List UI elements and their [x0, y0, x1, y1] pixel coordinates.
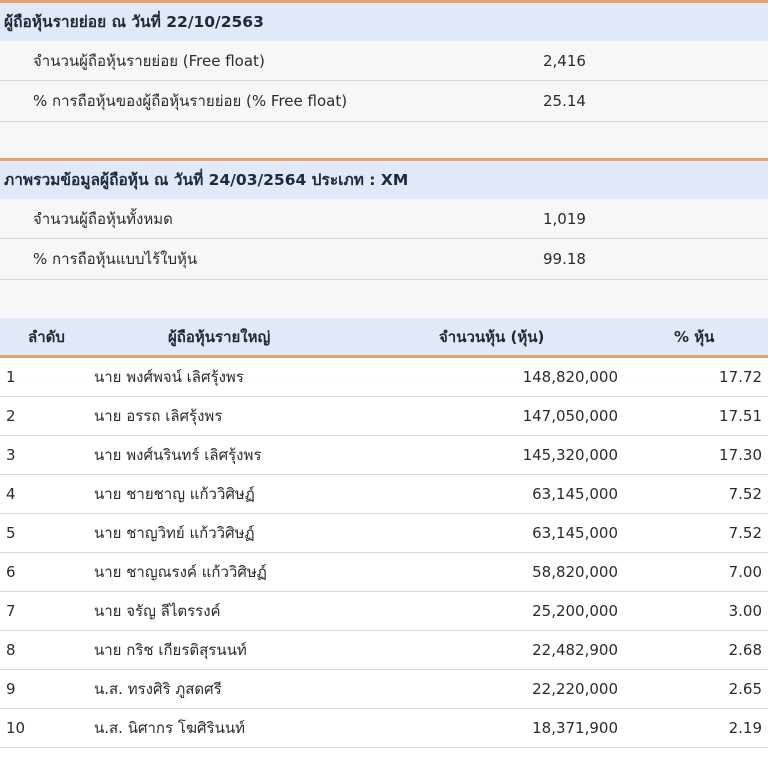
shares-cell: 22,220,000 [532, 680, 618, 698]
shares-cell: 63,145,000 [532, 485, 618, 503]
free-float-section: ผู้ถือหุ้นรายย่อย ณ วันที่ 22/10/2563 จำ… [0, 0, 768, 159]
table-row: 5 นาย ชาญวิทย์ แก้ววิศิษฏ์ 63,145,000 7.52 [0, 514, 768, 553]
header-name: ผู้ถือหุ้นรายใหญ่ [168, 328, 271, 346]
name-cell: นาย กริช เกียรติสุรนนท์ [94, 641, 247, 659]
table-row: 2 นาย อรรถ เลิศรุ้งพร 147,050,000 17.51 [0, 397, 768, 436]
free-float-count-label: จำนวนผู้ถือหุ้นรายย่อย (Free float) [33, 52, 265, 70]
pct-cell: 17.51 [719, 407, 762, 425]
pct-cell: 7.52 [728, 524, 762, 542]
rank-cell: 8 [6, 641, 16, 659]
pct-cell: 17.72 [719, 368, 762, 386]
section-spacer [0, 279, 768, 318]
scripless-pct-label: % การถือหุ้นแบบไร้ใบหุ้น [33, 250, 198, 268]
table-row: 8 นาย กริช เกียรติสุรนนท์ 22,482,900 2.68 [0, 631, 768, 670]
name-cell: นาย อรรถ เลิศรุ้งพร [94, 407, 223, 425]
shares-cell: 148,820,000 [522, 368, 618, 386]
section-spacer [0, 121, 768, 159]
free-float-pct-row: % การถือหุ้นของผู้ถือหุ้นรายย่อย (% Free… [0, 81, 768, 121]
table-row: 1 นาย พงศ์พจน์ เลิศรุ้งพร 148,820,000 17.72 [0, 358, 768, 397]
scripless-pct-row: % การถือหุ้นแบบไร้ใบหุ้น 99.18 [0, 239, 768, 279]
shares-cell: 18,371,900 [532, 719, 618, 737]
pct-cell: 3.00 [728, 602, 762, 620]
shares-cell: 63,145,000 [532, 524, 618, 542]
shares-cell: 145,320,000 [522, 446, 618, 464]
major-holders-table: ลำดับ ผู้ถือหุ้นรายใหญ่ จำนวนหุ้น (หุ้น)… [0, 318, 768, 748]
total-holders-label: จำนวนผู้ถือหุ้นทั้งหมด [33, 210, 173, 228]
table-row: 7 นาย จรัญ ลีไตรรงค์ 25,200,000 3.00 [0, 592, 768, 631]
pct-cell: 7.00 [728, 563, 762, 581]
rank-cell: 6 [6, 563, 16, 581]
free-float-count-row: จำนวนผู้ถือหุ้นรายย่อย (Free float) 2,41… [0, 41, 768, 81]
name-cell: นาย ชายชาญ แก้ววิศิษฏ์ [94, 485, 255, 503]
name-cell: น.ส. ทรงศิริ ภูสดศรี [94, 680, 222, 698]
name-cell: นาย พงศ์พจน์ เลิศรุ้งพร [94, 368, 244, 386]
header-shares: จำนวนหุ้น (หุ้น) [439, 328, 545, 346]
table-header: ลำดับ ผู้ถือหุ้นรายใหญ่ จำนวนหุ้น (หุ้น)… [0, 318, 768, 358]
shares-cell: 22,482,900 [532, 641, 618, 659]
header-pct: % หุ้น [674, 328, 715, 346]
overview-section: ภาพรวมข้อมูลผู้ถือหุ้น ณ วันที่ 24/03/25… [0, 158, 768, 318]
pct-cell: 7.52 [728, 485, 762, 503]
rank-cell: 1 [6, 368, 16, 386]
rank-cell: 4 [6, 485, 16, 503]
table-row: 3 นาย พงศ์นรินทร์ เลิศรุ้งพร 145,320,000 17… [0, 436, 768, 475]
table-row: 9 น.ส. ทรงศิริ ภูสดศรี 22,220,000 2.65 [0, 670, 768, 709]
shares-cell: 25,200,000 [532, 602, 618, 620]
table-row: 4 นาย ชายชาญ แก้ววิศิษฏ์ 63,145,000 7.52 [0, 475, 768, 514]
pct-cell: 2.68 [728, 641, 762, 659]
shares-cell: 147,050,000 [522, 407, 618, 425]
free-float-pct-label: % การถือหุ้นของผู้ถือหุ้นรายย่อย (% Free… [33, 92, 348, 110]
overview-title: ภาพรวมข้อมูลผู้ถือหุ้น ณ วันที่ 24/03/25… [0, 158, 768, 199]
total-holders-value: 1,019 [543, 210, 586, 228]
rank-cell: 7 [6, 602, 16, 620]
shares-cell: 58,820,000 [532, 563, 618, 581]
rank-cell: 10 [6, 719, 26, 737]
table-row: 10 น.ส. นิศากร โฆศิรินนท์ 18,371,900 2.19 [0, 709, 768, 748]
pct-cell: 2.19 [728, 719, 762, 737]
name-cell: นาย ชาญณรงค์ แก้ววิศิษฏ์ [94, 563, 267, 581]
rank-cell: 5 [6, 524, 16, 542]
free-float-count-value: 2,416 [543, 52, 586, 70]
pct-cell: 17.30 [719, 446, 762, 464]
name-cell: นาย พงศ์นรินทร์ เลิศรุ้งพร [94, 446, 262, 464]
name-cell: น.ส. นิศากร โฆศิรินนท์ [94, 719, 245, 737]
free-float-pct-value: 25.14 [543, 92, 586, 110]
rank-cell: 2 [6, 407, 16, 425]
header-rank: ลำดับ [28, 328, 65, 346]
table-row: 6 นาย ชาญณรงค์ แก้ววิศิษฏ์ 58,820,000 7.00 [0, 553, 768, 592]
rank-cell: 9 [6, 680, 16, 698]
total-holders-row: จำนวนผู้ถือหุ้นทั้งหมด 1,019 [0, 199, 768, 239]
rank-cell: 3 [6, 446, 16, 464]
scripless-pct-value: 99.18 [543, 250, 586, 268]
name-cell: นาย ชาญวิทย์ แก้ววิศิษฏ์ [94, 524, 255, 542]
name-cell: นาย จรัญ ลีไตรรงค์ [94, 602, 221, 620]
free-float-title: ผู้ถือหุ้นรายย่อย ณ วันที่ 22/10/2563 [0, 0, 768, 41]
pct-cell: 2.65 [728, 680, 762, 698]
